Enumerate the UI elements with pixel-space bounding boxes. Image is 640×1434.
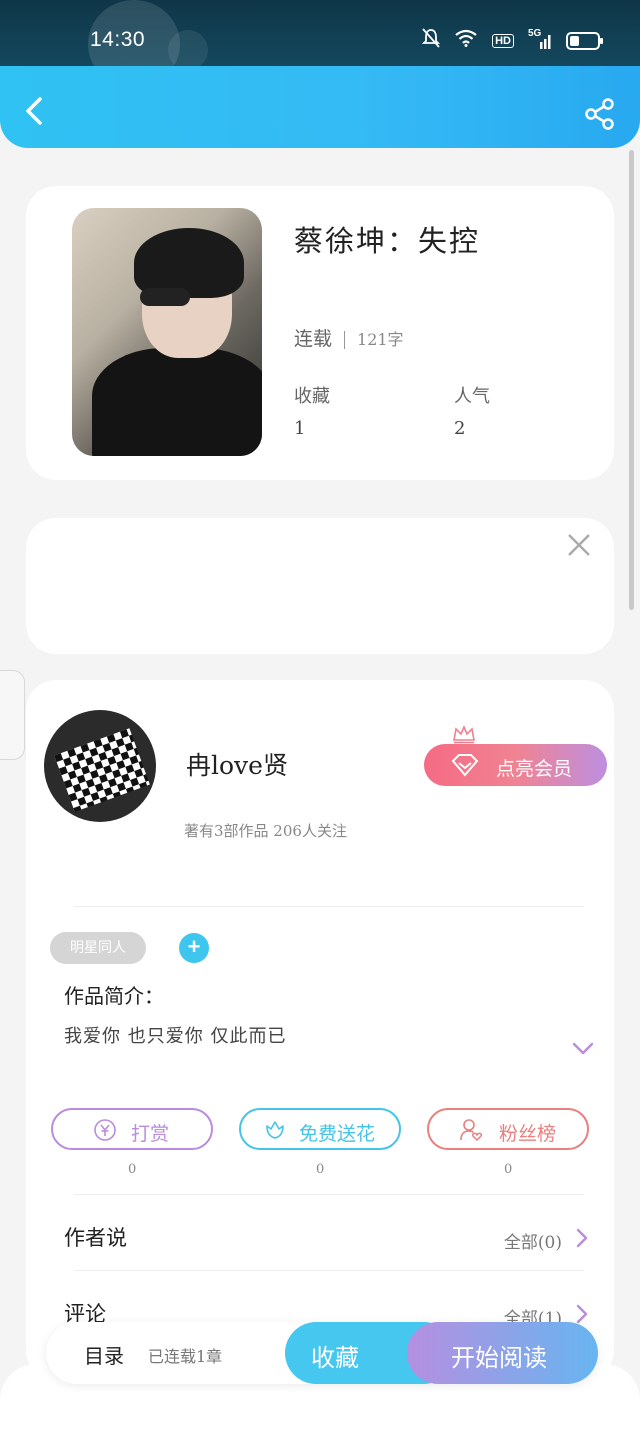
- divider: [74, 1270, 584, 1271]
- chevron-right-icon[interactable]: [576, 1304, 588, 1324]
- book-meta: 连载 121字: [294, 324, 404, 351]
- author-name[interactable]: 冉love贤: [186, 746, 288, 782]
- yuan-icon: [94, 1119, 116, 1141]
- tip-label: 打赏: [131, 1124, 170, 1145]
- collect-label: 收藏: [311, 1344, 359, 1372]
- user-heart-icon: [460, 1119, 483, 1142]
- divider: [74, 1194, 584, 1195]
- serial-status-text: 已连载1章: [148, 1347, 223, 1366]
- detail-card: 冉love贤 著有3部作品 206人关注 点亮会员 明星同人 + 作品简介： 我…: [26, 680, 614, 1380]
- author-note-label: 作者说: [64, 1226, 127, 1250]
- word-count: 121字: [357, 330, 404, 349]
- tip-count: 0: [128, 1162, 137, 1177]
- diamond-icon: [451, 754, 479, 777]
- book-title: 蔡徐坤：失控: [294, 224, 481, 258]
- author-note-all[interactable]: 全部(0): [504, 1228, 562, 1253]
- tag-chip[interactable]: 明星同人: [50, 932, 146, 964]
- start-reading-button[interactable]: 开始阅读: [407, 1322, 598, 1384]
- wifi-icon: [454, 29, 478, 52]
- add-tag-button[interactable]: +: [179, 933, 209, 963]
- book-info-card: 蔡徐坤：失控 连载 121字 收藏 人气 1 2: [26, 186, 614, 480]
- flower-count: 0: [316, 1162, 325, 1177]
- share-icon: [585, 98, 614, 130]
- close-icon: [568, 534, 590, 556]
- bottom-action-bar: 目录 已连载1章 收藏 开始阅读: [46, 1322, 598, 1384]
- signal-icon: 5G: [528, 28, 552, 50]
- fan-count: 0: [504, 1162, 513, 1177]
- serial-status: 连载: [294, 328, 333, 350]
- battery-icon: [566, 31, 603, 50]
- crown-icon: [453, 724, 475, 744]
- share-button[interactable]: [584, 98, 616, 130]
- plus-icon: +: [187, 934, 201, 959]
- start-reading-label: 开始阅读: [451, 1344, 547, 1372]
- close-button[interactable]: [566, 532, 592, 558]
- vip-label: 点亮会员: [496, 759, 573, 780]
- status-bar: 14:30 HD 5G: [0, 0, 640, 88]
- back-button[interactable]: [22, 96, 48, 126]
- scrollbar[interactable]: [629, 150, 634, 610]
- ad-card: [26, 518, 614, 654]
- back-icon: [26, 97, 42, 125]
- favorites-label: 收藏: [294, 386, 330, 407]
- popularity-value: 2: [454, 418, 466, 439]
- mute-icon: [421, 28, 441, 53]
- chevron-down-icon[interactable]: [572, 1042, 594, 1056]
- status-time: 14:30: [90, 28, 146, 51]
- hd-badge: HD: [492, 33, 514, 48]
- send-flower-label: 免费送花: [299, 1124, 376, 1145]
- vip-button[interactable]: 点亮会员: [424, 744, 607, 786]
- send-flower-button[interactable]: 免费送花: [239, 1108, 401, 1150]
- favorites-value: 1: [294, 418, 306, 439]
- intro-heading: 作品简介：: [64, 984, 164, 1008]
- author-summary: 著有3部作品 206人关注: [184, 822, 347, 840]
- toc-button[interactable]: 目录: [84, 1340, 124, 1369]
- divider: [74, 906, 584, 907]
- fan-ranking-button[interactable]: 粉丝榜: [427, 1108, 589, 1150]
- side-drawer-handle[interactable]: [0, 670, 25, 760]
- chevron-right-icon[interactable]: [576, 1228, 588, 1248]
- book-cover[interactable]: [72, 208, 262, 456]
- flower-icon: [266, 1121, 284, 1139]
- popularity-label: 人气: [454, 386, 490, 407]
- tip-button[interactable]: 打赏: [51, 1108, 213, 1150]
- intro-text: 我爱你 也只爱你 仅此而已: [64, 1026, 287, 1047]
- author-avatar[interactable]: [44, 710, 156, 822]
- top-nav: [0, 66, 640, 148]
- fan-ranking-label: 粉丝榜: [499, 1124, 557, 1145]
